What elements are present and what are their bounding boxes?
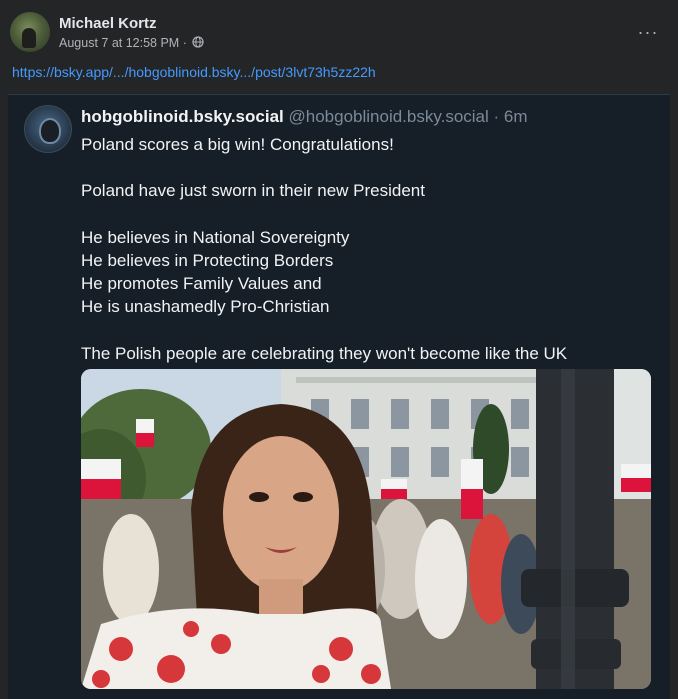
bluesky-time: · 6m — [493, 107, 528, 126]
post-text-line: He promotes Family Values and — [81, 274, 322, 294]
author-name[interactable]: Michael Kortz — [59, 15, 157, 32]
post-text-line: He is unashamedly Pro-Christian — [81, 297, 330, 317]
post-text-line: The Polish people are celebrating they w… — [81, 343, 568, 363]
video-scene-image — [81, 369, 651, 689]
meta-separator: · — [182, 36, 187, 50]
facebook-post-card: Michael Kortz August 7 at 12:58 PM · ···… — [0, 0, 678, 699]
post-text-line: Poland have just sworn in their new Pres… — [81, 181, 425, 201]
post-meta: August 7 at 12:58 PM · — [59, 36, 204, 50]
woman-neck — [259, 579, 303, 619]
author-avatar[interactable] — [10, 12, 50, 52]
woman-face — [223, 436, 339, 592]
bluesky-handle[interactable]: @hobgoblinoid.bsky.social — [289, 107, 489, 126]
post-timestamp[interactable]: August 7 at 12:58 PM — [59, 36, 179, 50]
building-cornice — [296, 377, 566, 383]
more-options-button[interactable]: ··· — [634, 18, 662, 46]
bluesky-post-text: Poland scores a big win! Congratulations… — [81, 133, 661, 365]
video-thumbnail[interactable] — [81, 369, 651, 689]
post-link[interactable]: https://bsky.app/.../hobgoblinoid.bsky..… — [12, 64, 376, 80]
bluesky-embed[interactable]: hobgoblinoid.bsky.social @hobgoblinoid.b… — [8, 94, 670, 699]
bluesky-header: hobgoblinoid.bsky.social @hobgoblinoid.b… — [81, 107, 528, 127]
globe-icon[interactable] — [192, 36, 204, 48]
post-text-line: He believes in Protecting Borders — [81, 250, 334, 270]
post-text-line: Poland scores a big win! Congratulations… — [81, 135, 394, 154]
bluesky-display-name[interactable]: hobgoblinoid.bsky.social — [81, 107, 284, 126]
post-header: Michael Kortz August 7 at 12:58 PM · ··· — [10, 12, 668, 56]
bluesky-avatar[interactable] — [24, 105, 72, 153]
post-text-line: He believes in National Sovereignty — [81, 227, 350, 247]
